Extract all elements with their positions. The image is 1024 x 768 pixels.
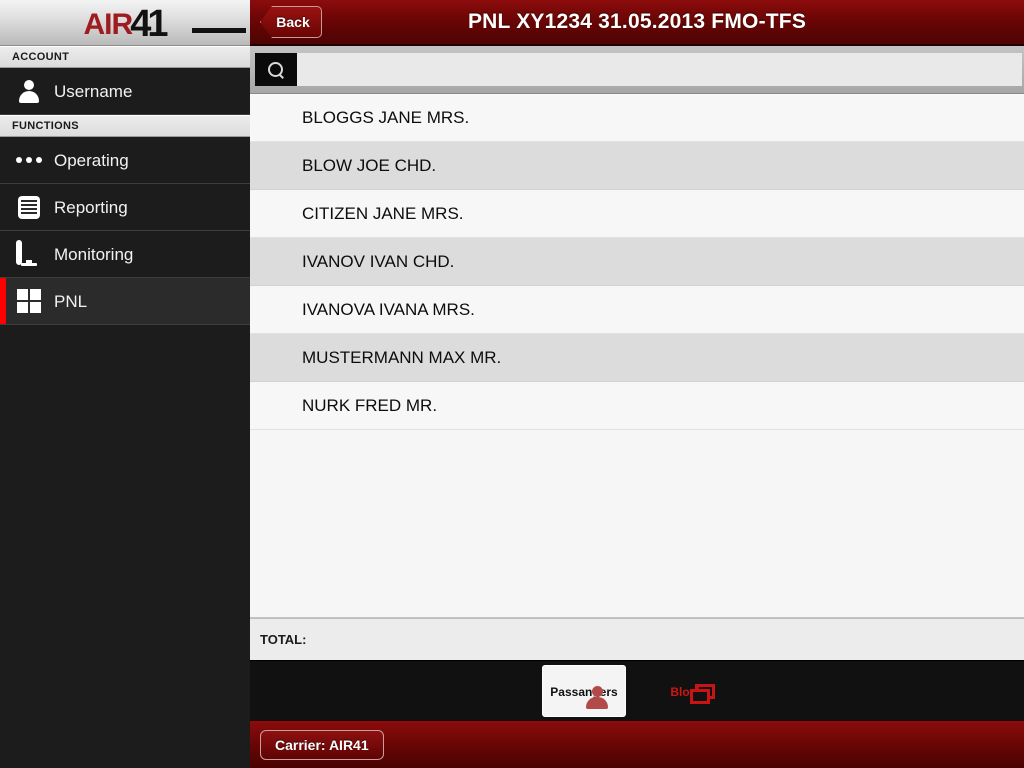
tab-label-passengers: Passangers [550, 684, 618, 699]
table-row[interactable]: BLOGGS JANE MRS. [250, 94, 1024, 142]
search-button[interactable] [255, 53, 297, 86]
app-logo: AIR 41 [0, 0, 250, 46]
sidebar: AIR 41 ACCOUNT Username FUNCTIONS Operati… [0, 0, 250, 768]
table-row[interactable]: MUSTERMANN MAX MR. [250, 334, 1024, 382]
sidebar-item-label-reporting: Reporting [54, 197, 128, 217]
logo-air-text: AIR [83, 7, 134, 41]
passenger-name: IVANOV IVAN CHD. [302, 251, 455, 271]
passenger-name: CITIZEN JANE MRS. [302, 203, 464, 223]
passenger-name: MUSTERMANN MAX MR. [302, 347, 502, 367]
search-bar [250, 46, 1024, 94]
search-input[interactable] [297, 53, 1022, 86]
passenger-list[interactable]: BLOGGS JANE MRS. BLOW JOE CHD. CITIZEN J… [250, 94, 1024, 618]
sidebar-item-reporting[interactable]: Reporting [0, 184, 250, 231]
title-bar: Back PNL XY1234 31.05.2013 FMO-TFS [250, 0, 1024, 46]
sidebar-item-label-username: Username [54, 81, 133, 101]
table-row[interactable]: CITIZEN JANE MRS. [250, 190, 1024, 238]
logo-text: AIR 41 [83, 2, 246, 45]
passenger-name: NURK FRED MR. [302, 395, 438, 415]
sidebar-section-functions: FUNCTIONS [0, 115, 250, 137]
search-icon [268, 61, 284, 78]
table-row[interactable]: NURK FRED MR. [250, 382, 1024, 430]
person-icon [14, 76, 44, 106]
footer-bar: Carrier: AIR41 [250, 720, 1024, 768]
total-label: TOTAL: [260, 632, 307, 647]
sidebar-item-label-operating: Operating [54, 150, 129, 170]
carrier-button[interactable]: Carrier: AIR41 [260, 729, 384, 760]
logo-strike-decoration [191, 27, 246, 33]
back-button[interactable]: Back [260, 6, 322, 38]
page-title: PNL XY1234 31.05.2013 FMO-TFS [467, 10, 807, 33]
logo-number-text: 41 [130, 2, 168, 45]
sidebar-item-monitoring[interactable]: Monitoring [0, 231, 250, 278]
sidebar-section-account: ACCOUNT [0, 46, 250, 68]
report-icon [14, 192, 44, 222]
sidebar-item-operating[interactable]: Operating [0, 137, 250, 184]
table-row[interactable]: BLOW JOE CHD. [250, 142, 1024, 190]
bottom-tab-bar: Passangers Blocks [250, 660, 1024, 720]
monitor-icon [14, 239, 44, 269]
table-row[interactable]: IVANOVA IVANA MRS. [250, 286, 1024, 334]
passenger-name: IVANOVA IVANA MRS. [302, 299, 475, 319]
passenger-name: BLOW JOE CHD. [302, 155, 437, 175]
grid-icon [14, 286, 44, 316]
tab-blocks[interactable]: Blocks [648, 665, 732, 717]
sidebar-item-label-monitoring: Monitoring [54, 244, 134, 264]
dots-icon [14, 145, 44, 175]
total-bar: TOTAL: [250, 618, 1024, 660]
app-root: AIR 41 ACCOUNT Username FUNCTIONS Operati… [0, 0, 1024, 768]
sidebar-item-label-pnl: PNL [54, 291, 88, 311]
sidebar-item-username[interactable]: Username [0, 68, 250, 115]
sidebar-item-pnl[interactable]: PNL [0, 278, 250, 325]
passenger-name: BLOGGS JANE MRS. [302, 107, 470, 127]
main-content: Back PNL XY1234 31.05.2013 FMO-TFS BLOGG… [250, 0, 1024, 768]
table-row[interactable]: IVANOV IVAN CHD. [250, 238, 1024, 286]
tab-passengers[interactable]: Passangers [542, 664, 626, 717]
